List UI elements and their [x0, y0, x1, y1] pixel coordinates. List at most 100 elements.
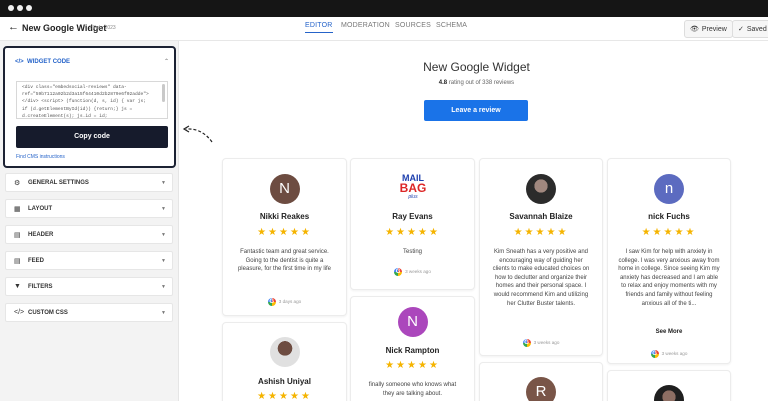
avatar [269, 337, 300, 367]
review-card[interactable]: N Nick Rampton ★★★★★ finally someone who… [350, 296, 475, 401]
google-icon: G [394, 268, 403, 276]
sidebar-item-layout[interactable]: ▦ LAYOUT ▼ [5, 199, 173, 218]
gear-icon: ⚙ [14, 180, 21, 187]
code-icon: </> [14, 309, 25, 316]
sidebar-item-filters[interactable]: ▼ FILTERS ▼ [5, 277, 173, 296]
bag-logo-icon: MAIL BAG plus [399, 173, 426, 199]
review-meta: G3 weeks ago [480, 339, 602, 347]
google-icon: G [267, 298, 276, 306]
window-dot-icon [26, 5, 32, 11]
saved-button[interactable]: ✓ Saved [732, 20, 768, 38]
settings-sidebar: </> WIDGET CODE ⌃ <div class="embedsocia… [0, 41, 179, 401]
review-time: 3 weeks ago [533, 340, 560, 346]
avatar: R [526, 377, 556, 401]
filter-icon: ▼ [14, 283, 21, 290]
widget-rating: 4.8 rating out of 338 reviews [404, 80, 549, 86]
see-more-link[interactable]: See More [608, 329, 730, 335]
sidebar-item-label: GENERAL SETTINGS [28, 180, 89, 186]
reviewer-name: Nikki Reakes [259, 212, 310, 221]
widget-code-header[interactable]: </> WIDGET CODE [15, 59, 70, 65]
sidebar-item-general-settings[interactable]: ⚙ GENERAL SETTINGS ▼ [5, 173, 173, 192]
avatar: N [397, 307, 428, 337]
preview-button[interactable]: 👁 Preview [684, 20, 733, 38]
star-rating: ★★★★★ [641, 227, 697, 238]
star-rating: ★★★★★ [257, 227, 312, 238]
leave-review-button[interactable]: Leave a review [424, 100, 528, 121]
check-icon: ✓ [738, 26, 744, 33]
chevron-up-icon[interactable]: ⌃ [164, 58, 169, 65]
review-text: finally someone who knows what they are … [368, 382, 457, 397]
arrow-left-icon[interactable]: ← [8, 21, 19, 33]
review-card[interactable] [607, 370, 731, 401]
reviewer-name: nick Fuchs [648, 212, 690, 221]
review-card[interactable]: N Nikki Reakes ★★★★★ Fantastic team and … [222, 158, 347, 316]
embed-code-textarea[interactable]: <div class="embedsocial-reviews" data-re… [16, 81, 168, 119]
grid-icon: ▦ [14, 206, 21, 213]
copy-code-button[interactable]: Copy code [16, 126, 168, 148]
star-rating: ★★★★★ [257, 391, 312, 401]
widget-title: New Google Widget [423, 60, 530, 74]
sidebar-item-header[interactable]: ▤ HEADER ▼ [5, 225, 173, 244]
tab-schema[interactable]: SCHEMA [436, 22, 467, 29]
saved-label: Saved [746, 26, 767, 33]
chevron-down-icon: ▼ [161, 284, 166, 290]
sidebar-item-feed[interactable]: ▤ FEED ▼ [5, 251, 173, 270]
sidebar-item-label: FILTERS [28, 284, 53, 290]
window-titlebar [0, 0, 768, 17]
review-meta: G3 days ago [223, 298, 346, 306]
avatar [654, 385, 684, 401]
google-icon: G [650, 350, 659, 358]
preview-label: Preview [701, 26, 727, 33]
header-icon: ▤ [14, 232, 21, 239]
svg-text:BAG: BAG [399, 181, 426, 195]
star-rating: ★★★★★ [385, 360, 440, 371]
reviewer-name: Ashish Uniyal [258, 377, 311, 386]
review-time: 3 days ago [278, 299, 302, 305]
reviewer-name: Savannah Blaize [509, 212, 573, 221]
sidebar-item-custom-css[interactable]: </> CUSTOM CSS ▼ [5, 303, 173, 322]
widget-code-panel: </> WIDGET CODE ⌃ <div class="embedsocia… [3, 46, 176, 168]
sidebar-item-label: CUSTOM CSS [28, 310, 68, 316]
review-card[interactable]: R [479, 362, 603, 401]
scrollbar[interactable] [162, 84, 165, 102]
window-dot-icon [8, 5, 14, 11]
avatar [526, 174, 556, 204]
svg-text:plus: plus [407, 194, 418, 199]
rating-text: rating out of 338 reviews [448, 80, 515, 86]
chevron-down-icon: ▼ [161, 180, 166, 186]
review-card[interactable]: n nick Fuchs ★★★★★ I saw Kim for help wi… [607, 158, 731, 364]
chevron-down-icon: ▼ [161, 258, 166, 264]
avatar: N [269, 174, 300, 204]
review-card[interactable]: MAIL BAG plus Ray Evans ★★★★★ Testing G3… [350, 158, 475, 290]
cms-instructions-link[interactable]: Find CMS instructions [16, 154, 65, 160]
tab-editor[interactable]: EDITOR [305, 22, 333, 33]
pointer-arrow-icon [182, 125, 213, 143]
widget-code-title: WIDGET CODE [27, 59, 71, 65]
embed-code-text: <div class="embedsocial-reviews" data-re… [22, 85, 149, 119]
chevron-down-icon: ▼ [161, 232, 166, 238]
star-rating: ★★★★★ [513, 227, 569, 238]
chevron-down-icon: ▼ [161, 310, 166, 316]
reviewer-name: Ray Evans [392, 212, 433, 221]
reviewer-name: Nick Rampton [385, 346, 440, 355]
star-rating: ★★★★★ [385, 227, 440, 238]
review-text: Kim Sneath has a very positive and encou… [492, 249, 590, 307]
rating-value: 4.8 [438, 80, 448, 86]
review-meta: G3 weeks ago [608, 350, 730, 358]
window-dot-icon [17, 5, 23, 11]
review-card[interactable]: Savannah Blaize ★★★★★ Kim Sneath has a v… [479, 158, 603, 356]
review-time: 3 weeks ago [661, 351, 688, 357]
feed-icon: ▤ [14, 258, 21, 265]
code-icon: </> [15, 59, 24, 65]
editor-topbar: ← New Google Widget 2 Feb, 2023 EDITOR M… [0, 17, 768, 41]
review-text: I saw Kim for help with anxiety in colle… [618, 249, 720, 307]
tab-sources[interactable]: SOURCES [395, 22, 431, 29]
review-text: Fantastic team and great service. Going … [237, 249, 332, 273]
sidebar-item-label: HEADER [28, 232, 54, 238]
review-card[interactable]: Ashish Uniyal ★★★★★ [222, 322, 347, 401]
review-text: Testing [402, 249, 422, 255]
created-date: 2 Feb, 2023 [89, 25, 116, 31]
tab-moderation[interactable]: MODERATION [341, 22, 390, 29]
google-icon: G [522, 339, 531, 347]
sidebar-item-label: FEED [28, 258, 45, 264]
